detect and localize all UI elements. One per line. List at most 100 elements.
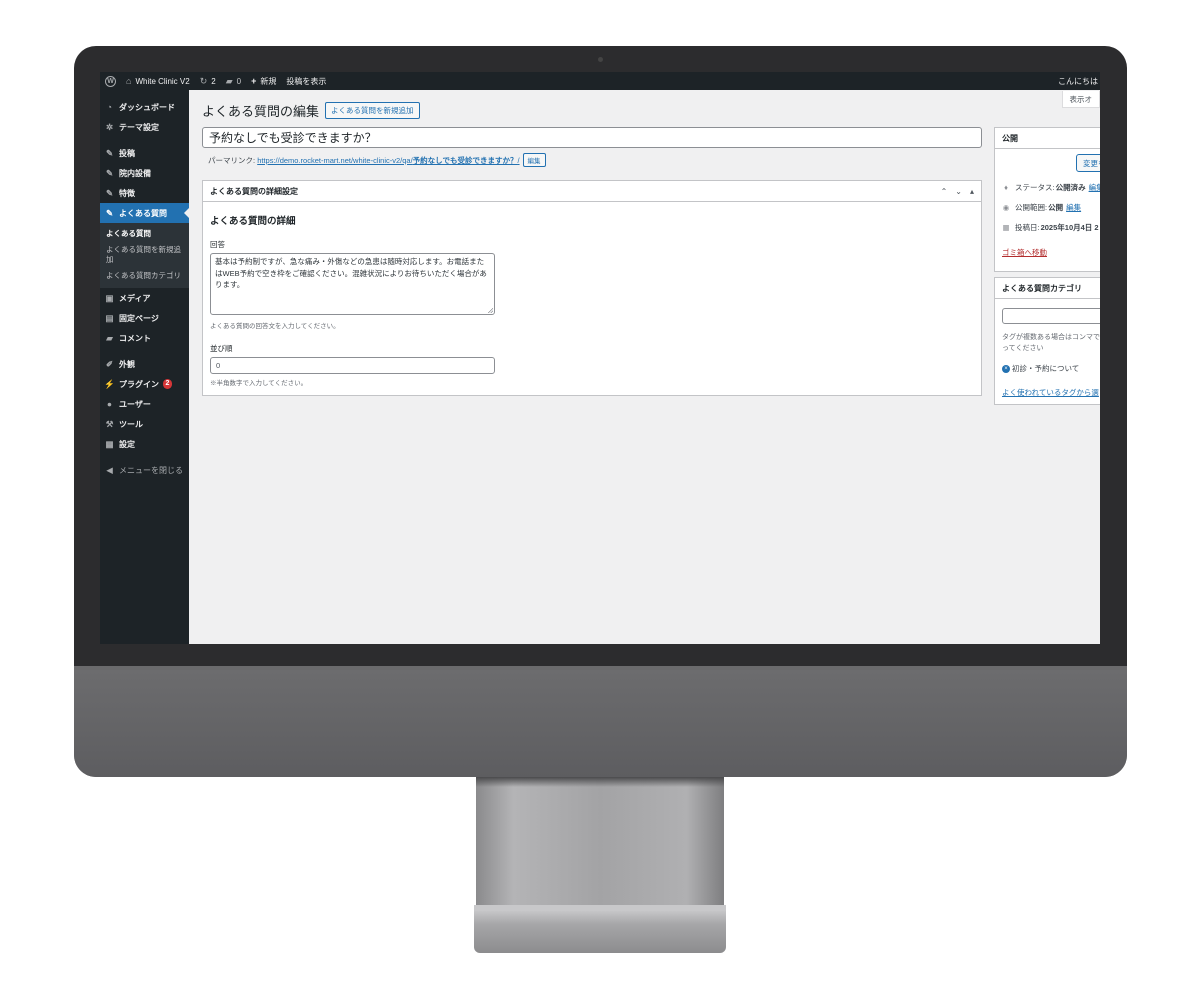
sidebar-item-label: テーマ設定 xyxy=(119,122,159,132)
view-post-link[interactable]: 投稿を表示 xyxy=(281,72,331,90)
page-icon: ▤ xyxy=(105,312,114,323)
sidebar-item-comments[interactable]: ▰ コメント xyxy=(100,328,189,348)
sidebar-item-posts[interactable]: ✎ 投稿 xyxy=(100,143,189,163)
move-to-trash-link[interactable]: ゴミ箱へ移動 xyxy=(1002,247,1047,258)
date-label: 投稿日: xyxy=(1015,223,1040,232)
new-label: 新規 xyxy=(260,76,277,86)
sidebar-item-label: よくある質問 xyxy=(119,208,167,218)
status-edit-link[interactable]: 編集 xyxy=(1089,182,1100,193)
most-used-tags-link[interactable]: よく使われているタグから選 xyxy=(1002,387,1099,398)
admin-sidebar: ◔ ダッシュボード ✲ テーマ設定 ✎ 投稿 ✎ 院内設備 ✎ 特徴 ✎ よくある質問 よく… xyxy=(100,90,189,644)
sidebar-item-tools[interactable]: ⚒ ツール xyxy=(100,414,189,434)
sidebar-item-theme-settings[interactable]: ✲ テーマ設定 xyxy=(100,117,189,137)
sidebar-item-plugins[interactable]: ⚡ プラグイン 2 xyxy=(100,374,189,394)
pin-icon: ✎ xyxy=(105,207,114,218)
collapse-menu-label: メニューを閉じる xyxy=(119,465,183,475)
account-menu[interactable]: こんにちは xyxy=(1058,72,1100,90)
pin-icon: ✎ xyxy=(105,147,114,158)
date-value: 2025年10月4日 2 xyxy=(1040,223,1099,232)
permalink-label: パーマリンク: xyxy=(208,155,256,165)
permalink-edit-button[interactable]: 編集 xyxy=(522,153,546,167)
screen: W ⌂ White Clinic V2 ↻ 2 ▰ 0 + 新規 投稿を表示 こんにちは… xyxy=(100,72,1100,644)
post-title-input[interactable]: 予約なしでも受診できますか？ xyxy=(202,127,982,148)
move-down-icon[interactable]: ⌄ xyxy=(955,187,962,196)
remove-tag-icon[interactable]: × xyxy=(1002,364,1010,373)
metabox-header: よくある質問の詳細設定 ⌃ ⌄ ▴ xyxy=(203,181,981,202)
sidebar-item-media[interactable]: ▣ メディア xyxy=(100,288,189,308)
view-post-label: 投稿を表示 xyxy=(286,76,327,86)
toggle-panel-icon[interactable]: ▴ xyxy=(970,187,974,196)
add-new-faq-button[interactable]: よくある質問を新規追加 xyxy=(325,102,420,119)
publish-box-title: 公開 xyxy=(995,128,1100,149)
answer-textarea[interactable]: 基本は予約制ですが、急な痛み・外傷などの急患は随時対応します。お電話またはWEB… xyxy=(210,253,495,315)
preview-changes-button[interactable]: 変更を xyxy=(1076,154,1100,172)
monitor-stand xyxy=(476,777,724,909)
page-heading: よくある質問の編集 よくある質問を新規追加 xyxy=(202,101,420,120)
sidebar-item-features[interactable]: ✎ 特徴 xyxy=(100,183,189,203)
sidebar-item-settings[interactable]: ▦ 設定 xyxy=(100,434,189,454)
sidebar-item-label: 設定 xyxy=(119,439,135,449)
faq-submenu: よくある質問 よくある質問を新規追加 よくある質問カテゴリ xyxy=(100,223,189,288)
order-description: ※半角数字で入力してください。 xyxy=(210,380,308,387)
screen-options-button[interactable]: 表示オ xyxy=(1061,91,1100,108)
collapse-menu-button[interactable]: ◀ メニューを閉じる xyxy=(100,460,189,480)
sidebar-item-label: 投稿 xyxy=(119,148,135,158)
sidebar-item-label: プラグイン xyxy=(119,379,159,389)
sidebar-item-dashboard[interactable]: ◔ ダッシュボード xyxy=(100,97,189,117)
post-title-value: 予約なしでも受診できますか？ xyxy=(209,131,377,145)
monitor-stand-base xyxy=(474,905,726,953)
publish-box: 公開 変更を ♦ ステータス: 公開済み 編集 ◉ 公開範囲: 公開 編集 ▦ … xyxy=(994,127,1100,272)
home-icon: ⌂ xyxy=(126,76,132,86)
updates-menu[interactable]: ↻ 2 xyxy=(195,72,221,90)
main-content: 表示オ よくある質問の編集 よくある質問を新規追加 予約なしでも受診できますか？… xyxy=(189,90,1100,644)
sidebar-item-users[interactable]: ● ユーザー xyxy=(100,394,189,414)
sidebar-item-label: 外観 xyxy=(119,359,135,369)
visibility-edit-link[interactable]: 編集 xyxy=(1066,202,1081,213)
sidebar-item-faq[interactable]: ✎ よくある質問 xyxy=(100,203,189,223)
pin-icon: ✎ xyxy=(105,167,114,178)
status-row: ♦ ステータス: 公開済み 編集 xyxy=(1002,182,1100,193)
order-input[interactable]: 0 xyxy=(210,357,495,374)
comment-icon: ▰ xyxy=(106,332,113,343)
plugin-update-badge: 2 xyxy=(163,379,172,389)
new-content-menu[interactable]: + 新規 xyxy=(246,72,281,90)
media-icon: ▣ xyxy=(105,292,114,303)
sidebar-item-pages[interactable]: ▤ 固定ページ xyxy=(100,308,189,328)
submenu-item-faq-all[interactable]: よくある質問 xyxy=(100,226,189,242)
visibility-label: 公開範囲: xyxy=(1015,203,1048,212)
calendar-icon: ▦ xyxy=(1002,223,1010,232)
sidebar-item-label: ユーザー xyxy=(119,399,151,409)
plus-icon: + xyxy=(251,76,257,86)
submenu-item-faq-add[interactable]: よくある質問を新規追加 xyxy=(100,242,189,268)
permalink-link[interactable]: https://demo.rocket-mart.net/white-clini… xyxy=(257,155,519,166)
sidebar-item-facilities[interactable]: ✎ 院内設備 xyxy=(100,163,189,183)
submenu-item-faq-category[interactable]: よくある質問カテゴリ xyxy=(100,268,189,284)
sidebar-item-label: メディア xyxy=(119,293,151,303)
sidebar-item-label: コメント xyxy=(119,333,151,343)
visibility-value: 公開 xyxy=(1048,203,1064,212)
site-name: White Clinic V2 xyxy=(135,76,190,86)
site-name-menu[interactable]: ⌂ White Clinic V2 xyxy=(121,72,195,90)
monitor-chin xyxy=(74,670,1127,777)
move-up-icon[interactable]: ⌃ xyxy=(941,187,948,196)
collapse-icon: ◀ xyxy=(106,464,113,475)
tag-help-text: タグが複数ある場合はコンマで区切ってください xyxy=(1002,334,1100,352)
sidebar-item-appearance[interactable]: ✐ 外観 xyxy=(100,354,189,374)
comments-menu[interactable]: ▰ 0 xyxy=(221,72,246,90)
faq-details-metabox: よくある質問の詳細設定 ⌃ ⌄ ▴ よくある質問の詳細 回答 基本は予約制ですが… xyxy=(202,180,982,396)
metabox-controls: ⌃ ⌄ ▴ xyxy=(941,187,974,196)
dashboard-icon: ◔ xyxy=(106,102,113,112)
wp-logo-menu[interactable]: W xyxy=(100,72,121,90)
sidebar-item-label: 院内設備 xyxy=(119,168,151,178)
status-label: ステータス: xyxy=(1015,183,1055,192)
admin-bar: W ⌂ White Clinic V2 ↻ 2 ▰ 0 + 新規 投稿を表示 こんにちは xyxy=(100,72,1100,90)
screen-options-label: 表示オ xyxy=(1069,94,1093,104)
sidebar-item-label: 固定ページ xyxy=(119,313,159,323)
visibility-row: ◉ 公開範囲: 公開 編集 xyxy=(1002,202,1081,213)
wordpress-icon: W xyxy=(105,75,116,87)
category-box-title: よくある質問カテゴリ xyxy=(995,278,1100,299)
tag-item: × 初診・予約について xyxy=(1002,363,1079,374)
sidebar-item-label: ダッシュボード xyxy=(119,102,175,112)
tag-input[interactable] xyxy=(1002,308,1100,324)
answer-value: 基本は予約制ですが、急な痛み・外傷などの急患は随時対応します。お電話またはWEB… xyxy=(215,257,487,289)
